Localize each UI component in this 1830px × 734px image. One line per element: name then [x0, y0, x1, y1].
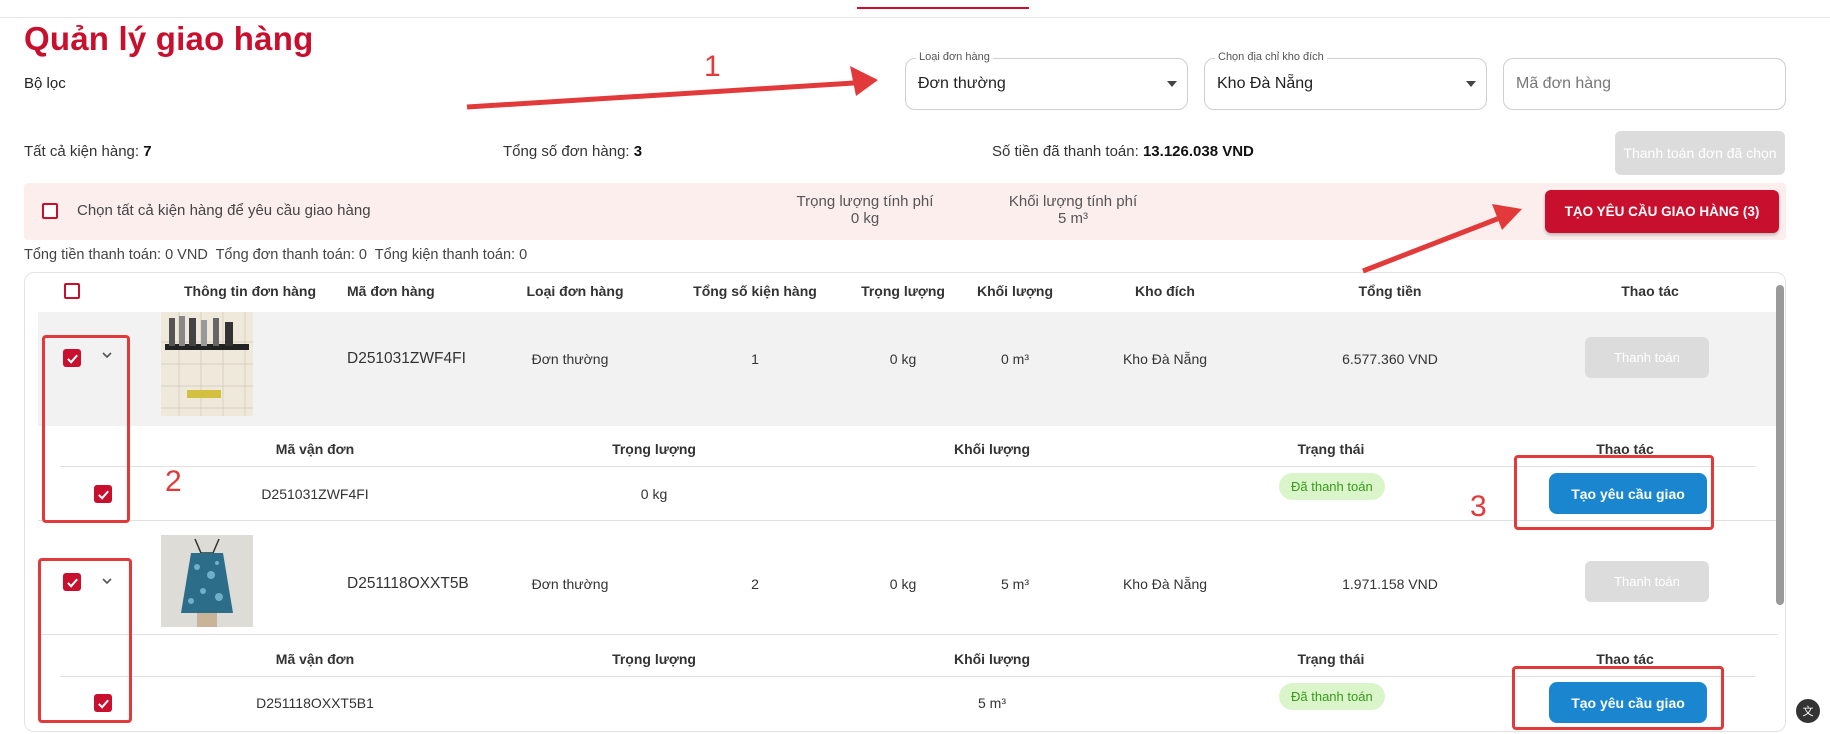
translate-icon[interactable]: 文: [1796, 699, 1820, 723]
annotation-box: [1512, 666, 1724, 730]
annotation-box: [42, 335, 130, 523]
annotation-arrows: [466, 66, 1522, 274]
annotation-number: 1: [704, 50, 721, 83]
annotation-number: 3: [1470, 490, 1487, 523]
page: Quản lý giao hàng Bộ lọc Loại đơn hàng Đ…: [0, 0, 1830, 734]
annotation-box: [38, 558, 132, 723]
annotation-number: 2: [165, 465, 182, 498]
annotation-box: [1514, 455, 1714, 530]
